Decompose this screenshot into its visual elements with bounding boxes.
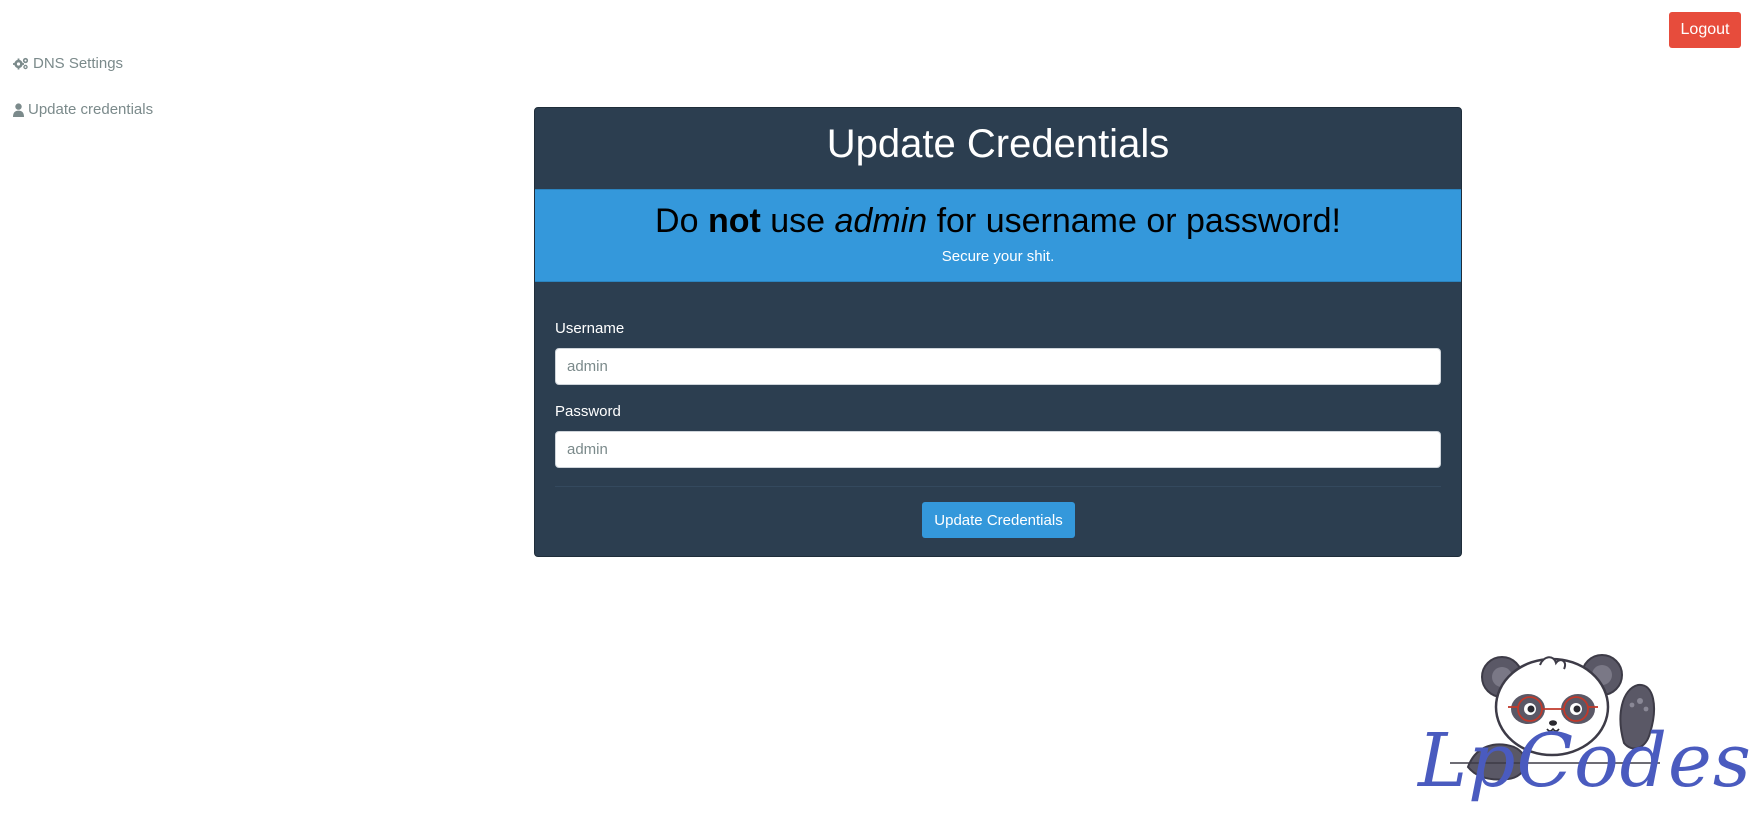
password-label: Password [555, 403, 621, 420]
sidebar-item-update-credentials[interactable]: Update credentials [13, 101, 153, 118]
alert-heading-bold: not [707, 202, 761, 240]
warning-alert: Do not use admin for username or passwor… [535, 189, 1461, 282]
password-input[interactable] [555, 431, 1441, 468]
panel-title: Update Credentials [826, 122, 1170, 166]
logout-button[interactable]: Logout [1669, 12, 1741, 48]
alert-heading-pre: Do [655, 202, 708, 240]
alert-heading-italic: admin [834, 202, 928, 240]
alert-heading-post: for username or password! [927, 202, 1341, 240]
alert-subtext: Secure your shit. [941, 248, 1055, 265]
user-icon [13, 102, 24, 117]
logo-text: LpCodes [1418, 718, 1752, 804]
gears-icon [13, 57, 29, 70]
sidebar-item-label: Update credentials [28, 101, 154, 118]
username-label: Username [555, 320, 625, 337]
alert-heading: Do not use admin for username or passwor… [535, 200, 1461, 242]
form-divider [555, 486, 1441, 487]
sidebar-item-dns-settings[interactable]: DNS Settings [13, 55, 123, 72]
alert-heading-mid: use [760, 202, 835, 240]
username-input[interactable] [555, 348, 1441, 385]
credentials-panel: Update Credentials Do not use admin for … [534, 107, 1462, 557]
update-credentials-button[interactable]: Update Credentials [922, 502, 1075, 538]
sidebar-item-label: DNS Settings [33, 55, 124, 72]
